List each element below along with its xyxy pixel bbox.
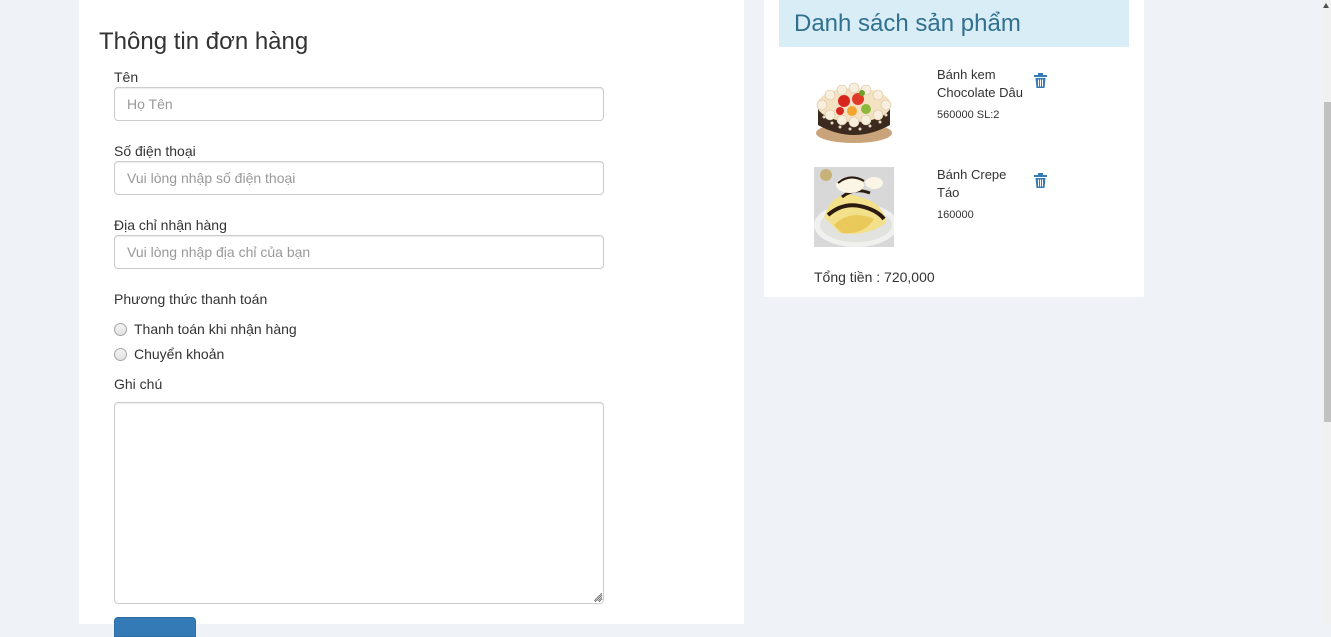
phone-label: Số điện thoại [114,143,196,159]
payment-option-cod-label: Thanh toán khi nhận hàng [134,321,297,337]
order-form-title: Thông tin đơn hàng [99,28,309,55]
name-input[interactable] [114,87,604,121]
payment-option-transfer[interactable]: Chuyển khoản [114,346,224,362]
cart-total: Tổng tiền : 720,000 [814,269,935,285]
scrollbar-thumb[interactable] [1324,102,1331,422]
cart-title: Danh sách sản phẩm [779,0,1129,47]
scroll-up-arrow-icon[interactable] [1323,3,1329,8]
product-name: Bánh Crepe Táo [937,167,1007,200]
product-image-chocolate-strawberry-cake [814,67,894,147]
product-name: Bánh kem Chocolate Dâu [937,67,1023,100]
address-input[interactable] [114,235,604,269]
order-form-panel: Thông tin đơn hàng Tên Số điện thoại Địa… [79,0,744,637]
textarea-resize-handle[interactable] [594,593,602,601]
payment-method-label: Phương thức thanh toán [114,291,268,307]
product-image-apple-crepe [814,167,894,247]
radio-button-cod[interactable] [114,322,127,336]
name-label: Tên [114,69,139,85]
trash-icon[interactable] [1034,173,1047,188]
product-price-quantity: 560000 SL:2 [937,109,1000,121]
payment-option-transfer-label: Chuyển khoản [134,346,225,362]
trash-icon[interactable] [1034,73,1047,88]
page-scrollbar[interactable] [1322,0,1331,624]
payment-option-cod[interactable]: Thanh toán khi nhận hàng [114,321,297,337]
notes-textarea[interactable] [114,402,604,604]
product-price: 160000 [937,209,974,221]
submit-order-button[interactable] [114,617,196,637]
cart-panel: Danh sách sản phẩm Bánh kem Chocolate Dâ… [764,0,1144,297]
phone-input[interactable] [114,161,604,195]
notes-label: Ghi chú [114,376,163,392]
radio-button-transfer[interactable] [114,347,127,361]
address-label: Địa chỉ nhận hàng [114,217,227,233]
